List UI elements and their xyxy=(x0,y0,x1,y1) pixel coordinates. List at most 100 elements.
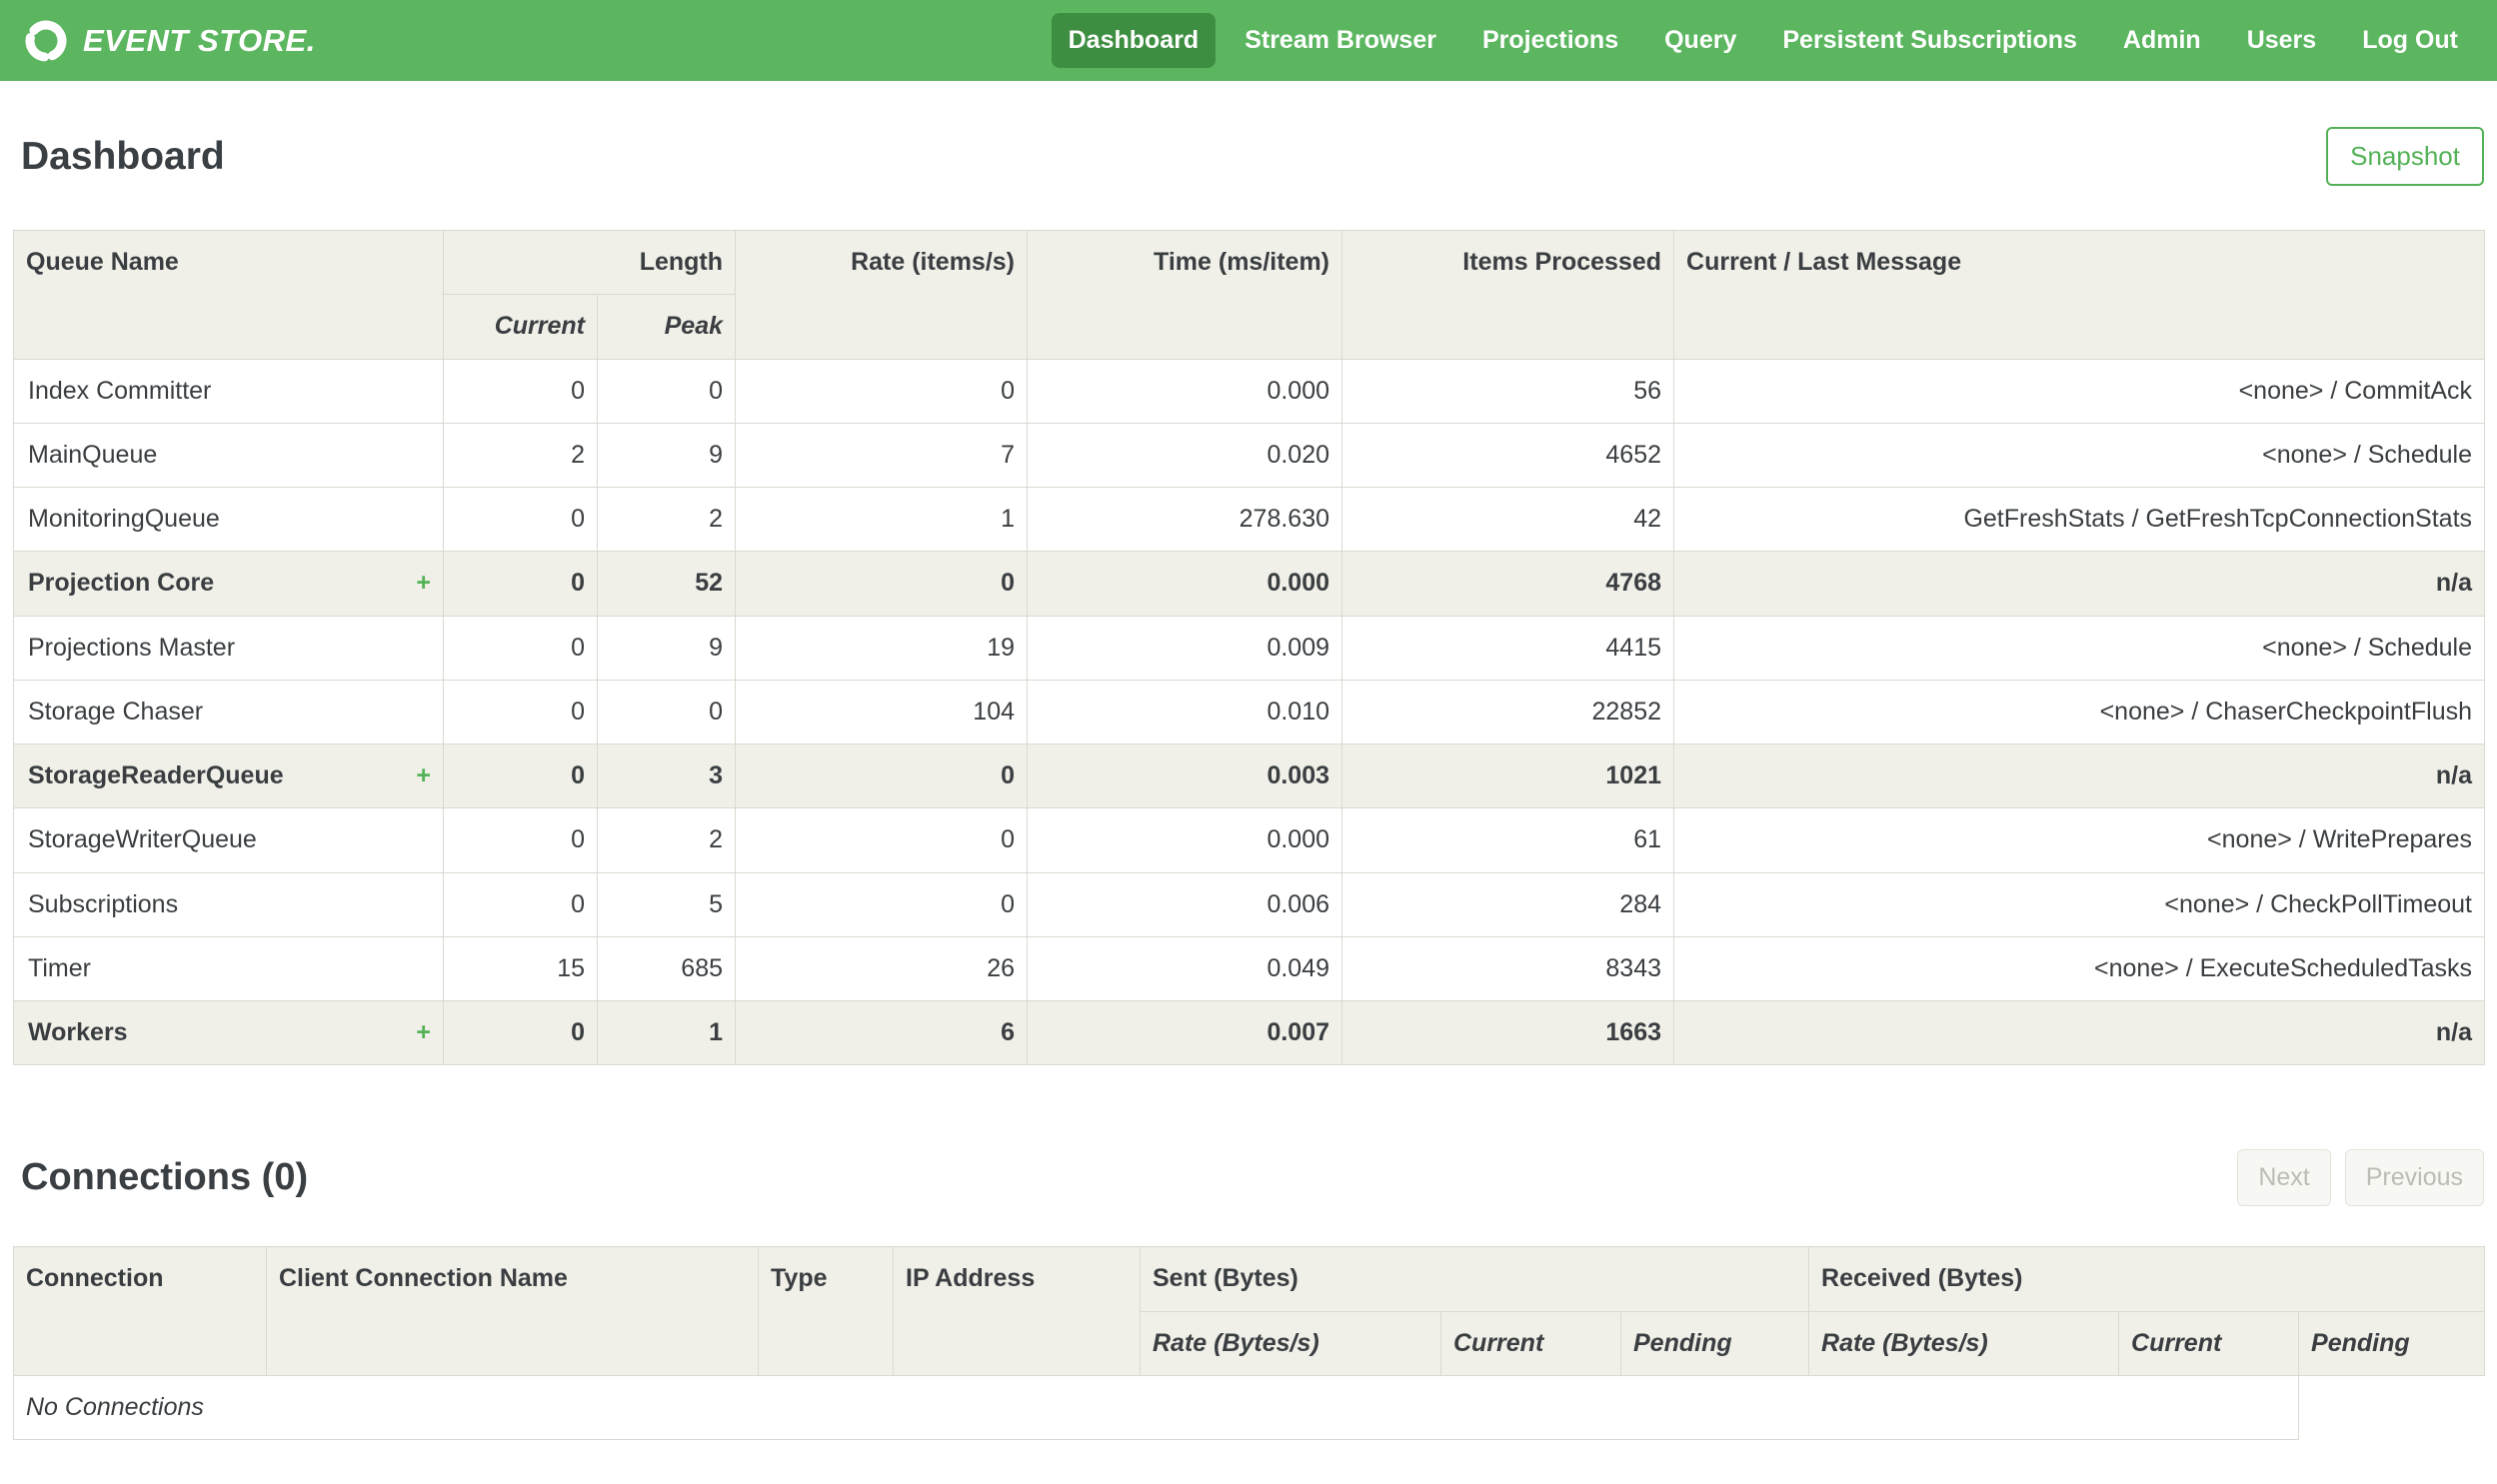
queue-items-cell: 4768 xyxy=(1341,551,1675,617)
queue-time-cell: 0.000 xyxy=(1027,807,1343,873)
queue-items-cell: 1663 xyxy=(1341,999,1675,1066)
queue-peak-cell: 0 xyxy=(596,679,737,745)
col-sent-rate: Rate (Bytes/s) xyxy=(1140,1310,1441,1376)
nav-projections[interactable]: Projections xyxy=(1465,13,1635,68)
col-rate: Rate (items/s) xyxy=(735,230,1029,360)
queue-message-cell: GetFreshStats / GetFreshTcpConnectionSta… xyxy=(1673,486,2486,553)
queue-current-cell: 0 xyxy=(443,486,598,553)
queue-rate-cell: 0 xyxy=(735,358,1029,424)
queue-items-cell: 4652 xyxy=(1341,422,1675,489)
queue-items-cell: 4415 xyxy=(1341,615,1675,681)
queue-message-cell: n/a xyxy=(1673,551,2486,617)
connections-table: Connection Client Connection Name Type I… xyxy=(12,1246,2486,1441)
queue-rate-cell: 1 xyxy=(735,486,1029,553)
queue-name: StorageReaderQueue xyxy=(28,761,284,789)
connections-header-row: Connection Client Connection Name Type I… xyxy=(13,1246,2486,1376)
connections-header: Connections (0) Next Previous xyxy=(21,1149,2484,1207)
next-button[interactable]: Next xyxy=(2237,1149,2331,1207)
queue-rate-cell: 7 xyxy=(735,422,1029,489)
col-length-current: Current xyxy=(443,294,598,360)
nav-admin[interactable]: Admin xyxy=(2106,13,2218,68)
eventstore-logo-icon xyxy=(25,20,67,61)
queue-name-cell: Subscriptions xyxy=(13,871,444,937)
queue-items-cell: 284 xyxy=(1341,871,1675,937)
col-connection: Connection xyxy=(13,1246,267,1376)
queue-message-cell: <none> / Schedule xyxy=(1673,422,2486,489)
queue-current-cell: 0 xyxy=(443,679,598,745)
nav-query[interactable]: Query xyxy=(1647,13,1753,68)
nav-stream-browser[interactable]: Stream Browser xyxy=(1228,13,1453,68)
queue-current-cell: 0 xyxy=(443,999,598,1066)
nav-menu: Dashboard Stream Browser Projections Que… xyxy=(1051,13,2475,68)
col-received-pending: Pending xyxy=(2298,1310,2486,1376)
queue-name-cell: MonitoringQueue xyxy=(13,486,444,553)
queue-message-cell: <none> / CommitAck xyxy=(1673,358,2486,424)
queue-peak-cell: 52 xyxy=(596,551,737,617)
queue-items-cell: 22852 xyxy=(1341,679,1675,745)
brand[interactable]: EVENT STORE. xyxy=(22,17,316,65)
previous-button[interactable]: Previous xyxy=(2344,1149,2484,1207)
nav-persistent-subscriptions[interactable]: Persistent Subscriptions xyxy=(1765,13,2094,68)
expand-plus-icon[interactable]: + xyxy=(416,760,431,791)
col-sent-bytes: Sent (Bytes) xyxy=(1139,1246,1810,1312)
page-header: Dashboard Snapshot xyxy=(0,81,2497,230)
connections-pager: Next Previous xyxy=(2237,1149,2484,1207)
queue-name: Workers xyxy=(28,1018,128,1046)
queue-time-cell: 0.049 xyxy=(1027,935,1343,1002)
queue-rate-cell: 0 xyxy=(735,551,1029,617)
queue-time-cell: 0.003 xyxy=(1027,742,1343,809)
col-type: Type xyxy=(758,1246,894,1376)
queue-current-cell: 0 xyxy=(443,358,598,424)
queue-peak-cell: 9 xyxy=(596,422,737,489)
queue-items-cell: 42 xyxy=(1341,486,1675,553)
queue-message-cell: <none> / ChaserCheckpointFlush xyxy=(1673,679,2486,745)
queue-peak-cell: 2 xyxy=(596,807,737,873)
col-ip-address: IP Address xyxy=(893,1246,1141,1376)
expand-plus-icon[interactable]: + xyxy=(416,1017,431,1048)
queue-row: Subscriptions 0 5 0 0.006 284 <none> / C… xyxy=(13,871,2486,937)
queue-peak-cell: 5 xyxy=(596,871,737,937)
expand-plus-icon[interactable]: + xyxy=(416,568,431,599)
nav-log-out[interactable]: Log Out xyxy=(2345,13,2475,68)
queue-time-cell: 0.020 xyxy=(1027,422,1343,489)
queue-name-cell: StorageWriterQueue xyxy=(13,807,444,873)
col-length: Length xyxy=(442,229,737,296)
col-message: Current / Last Message xyxy=(1673,230,2486,360)
queue-current-cell: 0 xyxy=(443,742,598,809)
queue-peak-cell: 0 xyxy=(596,358,737,424)
queue-time-cell: 0.009 xyxy=(1027,615,1343,681)
queue-rate-cell: 104 xyxy=(735,679,1029,745)
page-title: Dashboard xyxy=(21,134,225,178)
top-navbar: EVENT STORE. Dashboard Stream Browser Pr… xyxy=(0,0,2497,81)
queue-time-cell: 278.630 xyxy=(1027,486,1343,553)
queue-current-cell: 15 xyxy=(443,935,598,1002)
queue-time-cell: 0.007 xyxy=(1027,999,1343,1066)
connections-title: Connections (0) xyxy=(21,1156,309,1199)
queue-items-cell: 1021 xyxy=(1341,742,1675,809)
nav-users[interactable]: Users xyxy=(2230,13,2334,68)
queue-name-cell: Storage Chaser xyxy=(13,679,444,745)
queue-items-cell: 8343 xyxy=(1341,935,1675,1002)
queue-message-cell: <none> / ExecuteScheduledTasks xyxy=(1673,935,2486,1002)
queue-rate-cell: 0 xyxy=(735,871,1029,937)
queue-current-cell: 0 xyxy=(443,551,598,617)
no-connections-row: No Connections xyxy=(12,1374,2485,1441)
queue-rate-cell: 6 xyxy=(735,999,1029,1066)
queue-rate-cell: 0 xyxy=(735,742,1029,809)
queue-row: MonitoringQueue 0 2 1 278.630 42 GetFres… xyxy=(13,486,2486,553)
queue-current-cell: 0 xyxy=(443,871,598,937)
col-received-rate: Rate (Bytes/s) xyxy=(1808,1310,2120,1376)
queue-peak-cell: 3 xyxy=(596,742,737,809)
col-sent-pending: Pending xyxy=(1619,1310,1810,1376)
queues-header-row: Queue Name Length Rate (items/s) Time (m… xyxy=(13,229,2486,360)
col-items-processed: Items Processed xyxy=(1341,230,1675,360)
snapshot-button[interactable]: Snapshot xyxy=(2326,127,2484,186)
queue-peak-cell: 2 xyxy=(596,486,737,553)
queue-group-row: Workers + 0 1 6 0.007 1663 n/a xyxy=(13,999,2486,1066)
col-queue-name: Queue Name xyxy=(13,230,444,360)
queue-items-cell: 56 xyxy=(1341,358,1675,424)
nav-dashboard[interactable]: Dashboard xyxy=(1051,13,1217,68)
queue-group-row: StorageReaderQueue + 0 3 0 0.003 1021 n/… xyxy=(13,742,2486,809)
queue-rate-cell: 19 xyxy=(735,615,1029,681)
no-connections-message: No Connections xyxy=(12,1374,2300,1441)
